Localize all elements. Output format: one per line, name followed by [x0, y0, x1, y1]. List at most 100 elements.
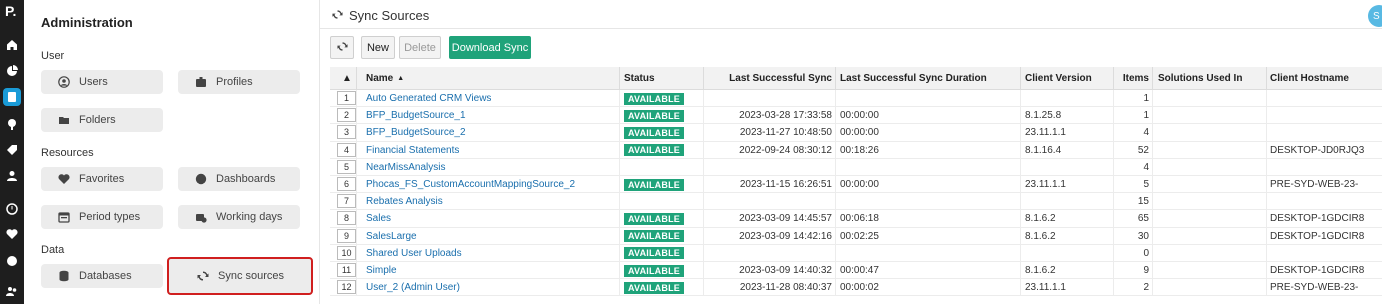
search-icon[interactable] — [5, 117, 19, 131]
col-hostname[interactable]: Client Hostname — [1270, 67, 1380, 90]
cell-duration: 00:00:00 — [840, 110, 879, 122]
sync-icon[interactable] — [3, 88, 21, 106]
col-items[interactable]: Items — [1113, 67, 1149, 90]
working-days-tile[interactable]: Working days — [178, 205, 300, 229]
sync-sources-label: Sync sources — [218, 270, 285, 282]
cell-name[interactable]: Auto Generated CRM Views — [366, 90, 616, 107]
column-divider — [1266, 90, 1267, 107]
col-duration[interactable]: Last Successful Sync Duration — [840, 67, 1020, 90]
column-divider — [1266, 227, 1267, 245]
table-row[interactable]: 5 NearMissAnalysis 4 — [330, 158, 1382, 176]
cell-name[interactable]: Rebates Analysis — [366, 193, 616, 210]
row-number: 1 — [337, 91, 356, 105]
cell-name[interactable]: BFP_BudgetSource_1 — [366, 107, 616, 124]
cell-last-sync: 2023-11-28 08:40:37 — [739, 282, 832, 294]
cell-hostname — [1270, 107, 1380, 124]
column-divider — [1266, 279, 1267, 297]
cell-hostname: PRE-SYD-WEB-23- — [1270, 282, 1359, 294]
table-row[interactable]: 3 BFP_BudgetSource_2 AVAILABLE 2023-11-27 1… — [330, 124, 1382, 142]
cell-name[interactable]: Simple — [366, 262, 616, 279]
cell-client-version: 23.11.1.1 — [1025, 127, 1066, 139]
column-divider — [703, 227, 704, 245]
table-row[interactable]: 12 User_2 (Admin User) AVAILABLE 2023-11-28… — [330, 279, 1382, 297]
table-row[interactable]: 8 Sales AVAILABLE 2023-03-09 14:45:57 00:06:… — [330, 210, 1382, 228]
row-number: 9 — [337, 228, 356, 243]
cell-name[interactable]: SalesLarge — [366, 228, 616, 245]
collapse-toggle-icon[interactable]: ▲ — [342, 67, 354, 90]
column-divider — [703, 210, 704, 228]
cell-status: AVAILABLE — [624, 228, 704, 245]
cell-status: AVAILABLE — [624, 107, 704, 124]
user-avatar[interactable]: S — [1368, 5, 1382, 27]
delete-button[interactable]: Delete — [399, 36, 441, 59]
admin-title: Administration — [41, 15, 133, 30]
period-types-tile[interactable]: Period types — [41, 205, 163, 229]
heart-icon[interactable] — [5, 227, 19, 241]
column-divider — [356, 244, 357, 262]
table-row[interactable]: 9 SalesLarge AVAILABLE 2023-03-09 14:42:16 0… — [330, 227, 1382, 245]
col-solutions[interactable]: Solutions Used In — [1158, 67, 1258, 90]
download-sync-button[interactable]: Download Sync — [449, 36, 531, 59]
cell-duration — [840, 90, 1020, 107]
cell-name[interactable]: Phocas_FS_CustomAccountMappingSource_2 — [366, 176, 616, 193]
table-row[interactable]: 2 BFP_BudgetSource_1 AVAILABLE 2023-03-28 1… — [330, 107, 1382, 125]
col-last-sync[interactable]: Last Successful Sync — [703, 67, 832, 90]
column-divider — [703, 124, 704, 142]
chart-icon[interactable] — [5, 64, 19, 78]
cell-hostname — [1270, 245, 1380, 262]
favorites-tile[interactable]: Favorites — [41, 167, 163, 191]
profiles-tile[interactable]: Profiles — [178, 70, 300, 94]
table-row[interactable]: 11 Simple AVAILABLE 2023-03-09 14:40:32 00:0… — [330, 262, 1382, 280]
col-name[interactable]: Name ▲ — [366, 67, 616, 90]
users-tile[interactable]: Users — [41, 70, 163, 94]
history-icon[interactable] — [5, 202, 19, 216]
row-number: 6 — [337, 177, 356, 191]
table-row[interactable]: 6 Phocas_FS_CustomAccountMappingSource_2 A… — [330, 176, 1382, 194]
col-client-version[interactable]: Client Version — [1025, 67, 1115, 90]
cell-duration: 00:00:00 — [840, 179, 879, 190]
cell-items: 9 — [1143, 265, 1149, 276]
users-icon[interactable] — [5, 284, 19, 298]
new-button[interactable]: New — [361, 36, 395, 59]
administration-panel: Administration User Users Profiles Folde… — [24, 0, 320, 304]
cell-duration: 00:00:00 — [840, 127, 879, 139]
cell-duration: 00:18:26 — [840, 144, 879, 156]
column-divider — [1020, 210, 1021, 228]
cell-name[interactable]: Sales — [366, 210, 616, 227]
cell-name[interactable]: Financial Statements — [366, 142, 616, 159]
row-number: 11 — [337, 263, 356, 277]
cell-duration: 00:00:47 — [840, 265, 879, 276]
cell-name[interactable]: NearMissAnalysis — [366, 159, 616, 176]
cell-client-version: 8.1.6.2 — [1025, 213, 1056, 225]
column-divider — [1152, 227, 1153, 245]
cell-solutions — [1158, 228, 1258, 245]
gauge-icon[interactable] — [5, 254, 19, 268]
column-divider — [356, 124, 357, 142]
cell-client-version: 8.1.6.2 — [1025, 265, 1056, 276]
databases-tile[interactable]: Databases — [41, 264, 163, 288]
folders-tile[interactable]: Folders — [41, 108, 163, 132]
cell-client-version: 23.11.1.1 — [1025, 282, 1066, 294]
column-divider — [1152, 193, 1153, 211]
person-icon[interactable] — [5, 169, 19, 183]
column-divider — [1266, 124, 1267, 142]
status-badge: AVAILABLE — [624, 281, 684, 294]
home-icon[interactable] — [5, 38, 19, 52]
refresh-button[interactable] — [330, 36, 354, 59]
table-row[interactable]: 7 Rebates Analysis 15 — [330, 193, 1382, 211]
table-row[interactable]: 4 Financial Statements AVAILABLE 2022-09-24… — [330, 141, 1382, 159]
cell-status: AVAILABLE — [624, 245, 704, 262]
dashboards-tile[interactable]: Dashboards — [178, 167, 300, 191]
tag-icon[interactable] — [5, 143, 19, 157]
cell-hostname — [1270, 90, 1380, 107]
main-content: Sync Sources S New Delete Download Sync … — [320, 0, 1382, 304]
cell-last-sync — [703, 90, 832, 107]
cell-name[interactable]: BFP_BudgetSource_2 — [366, 124, 616, 141]
sync-sources-tile[interactable]: Sync sources — [167, 257, 313, 295]
table-row[interactable]: 1 Auto Generated CRM Views AVAILABLE 1 — [330, 90, 1382, 108]
cell-name[interactable]: Shared User Uploads — [366, 245, 616, 262]
col-status[interactable]: Status — [624, 67, 704, 90]
cell-name[interactable]: User_2 (Admin User) — [366, 279, 616, 296]
app-logo[interactable]: P. — [5, 3, 16, 19]
table-row[interactable]: 10 Shared User Uploads AVAILABLE 0 — [330, 244, 1382, 262]
